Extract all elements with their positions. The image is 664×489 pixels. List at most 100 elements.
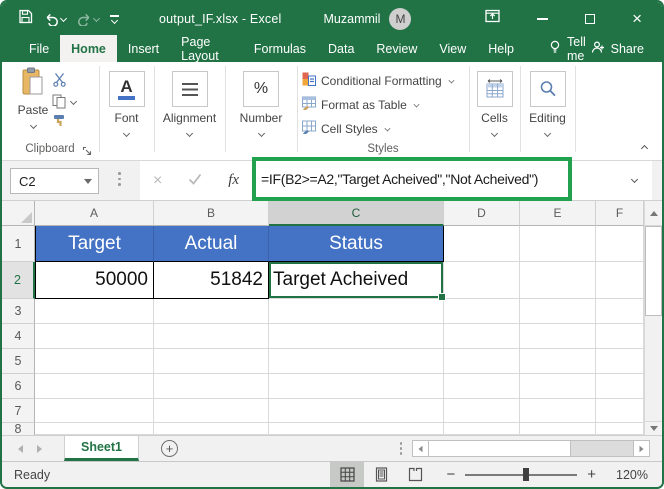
cut-button[interactable]: [52, 72, 76, 90]
paste-dropdown-icon[interactable]: [29, 122, 36, 129]
tab-insert[interactable]: Insert: [117, 35, 170, 62]
page-layout-view-button[interactable]: [364, 462, 398, 487]
cell-f2[interactable]: [596, 262, 644, 299]
tab-view[interactable]: View: [428, 35, 477, 62]
cell[interactable]: [154, 299, 269, 324]
normal-view-button[interactable]: [330, 462, 364, 487]
tell-me-button[interactable]: Tell me: [549, 35, 591, 62]
cell[interactable]: [520, 423, 596, 435]
cell[interactable]: [444, 399, 520, 423]
cell[interactable]: [154, 374, 269, 399]
cell[interactable]: [35, 399, 154, 423]
cell[interactable]: [444, 423, 520, 435]
editing-group-button[interactable]: Editing: [520, 71, 575, 139]
cell-b2[interactable]: 51842: [154, 262, 269, 299]
zoom-slider[interactable]: [465, 467, 577, 482]
clipboard-dialog-launcher-icon[interactable]: [82, 145, 92, 159]
insert-function-button[interactable]: fx: [228, 172, 239, 189]
cell-c2-selected[interactable]: Target Acheived: [269, 262, 444, 299]
next-sheet-icon[interactable]: [37, 445, 42, 453]
row-header-5[interactable]: 5: [2, 349, 35, 374]
cell[interactable]: [269, 324, 444, 349]
cell[interactable]: [35, 423, 154, 435]
cell[interactable]: [596, 349, 644, 374]
conditional-formatting-button[interactable]: Conditional Formatting: [302, 72, 454, 89]
cell[interactable]: [444, 324, 520, 349]
cell[interactable]: [269, 299, 444, 324]
horizontal-scrollbar[interactable]: [412, 440, 650, 457]
cell[interactable]: [269, 423, 444, 435]
maximize-button[interactable]: [585, 14, 595, 24]
cell[interactable]: [154, 399, 269, 423]
tab-review[interactable]: Review: [365, 35, 428, 62]
scroll-up-button[interactable]: [645, 201, 662, 226]
row-header-1[interactable]: 1: [2, 226, 35, 262]
tab-help[interactable]: Help: [477, 35, 525, 62]
avatar[interactable]: M: [389, 8, 411, 30]
column-header-c[interactable]: C: [269, 201, 444, 226]
font-group-button[interactable]: Font: [99, 71, 154, 139]
column-header-d[interactable]: D: [444, 201, 520, 226]
cell[interactable]: [596, 423, 644, 435]
cell-d1[interactable]: [444, 226, 520, 262]
paste-button[interactable]: Paste: [12, 67, 54, 131]
user-name[interactable]: Muzammil: [324, 12, 381, 26]
cell[interactable]: [35, 299, 154, 324]
zoom-in-button[interactable]: +: [587, 466, 596, 483]
undo-button[interactable]: [44, 12, 66, 26]
minimize-button[interactable]: [537, 18, 548, 20]
cell[interactable]: [596, 399, 644, 423]
select-all-corner[interactable]: [2, 201, 35, 226]
ribbon-display-options-icon[interactable]: [485, 9, 500, 28]
scroll-down-button[interactable]: [645, 421, 662, 435]
cell[interactable]: [154, 349, 269, 374]
redo-button[interactable]: [77, 12, 99, 26]
collapse-ribbon-icon[interactable]: [641, 145, 648, 152]
zoom-out-button[interactable]: −: [446, 466, 455, 483]
cell-d2[interactable]: [444, 262, 520, 299]
cell[interactable]: [154, 324, 269, 349]
zoom-slider-thumb[interactable]: [523, 468, 529, 481]
name-box-dropdown-icon[interactable]: [84, 179, 92, 184]
cell[interactable]: [35, 349, 154, 374]
cell[interactable]: [269, 399, 444, 423]
horizontal-scrollbar-thumb[interactable]: [429, 441, 571, 456]
cancel-icon[interactable]: [153, 172, 162, 190]
scroll-right-button[interactable]: [633, 441, 649, 456]
column-header-f[interactable]: F: [596, 201, 644, 226]
tab-data[interactable]: Data: [317, 35, 365, 62]
cell[interactable]: [269, 374, 444, 399]
cell[interactable]: [444, 374, 520, 399]
cell-e1[interactable]: [520, 226, 596, 262]
cells-group-button[interactable]: Cells: [469, 71, 520, 139]
cell-f1[interactable]: [596, 226, 644, 262]
cell[interactable]: [520, 349, 596, 374]
sheet-tab-sheet1[interactable]: Sheet1: [64, 436, 139, 461]
format-painter-button[interactable]: [52, 113, 76, 131]
new-sheet-button[interactable]: [161, 440, 178, 457]
cell[interactable]: [520, 324, 596, 349]
row-header-8[interactable]: 8: [2, 423, 35, 435]
customize-quick-access-button[interactable]: [110, 15, 119, 23]
alignment-group-button[interactable]: Alignment: [154, 71, 225, 139]
column-header-e[interactable]: E: [520, 201, 596, 226]
cell[interactable]: [520, 374, 596, 399]
row-header-2[interactable]: 2: [2, 262, 35, 299]
row-header-4[interactable]: 4: [2, 324, 35, 349]
vertical-scrollbar-thumb[interactable]: [645, 226, 662, 316]
format-as-table-button[interactable]: Format as Table: [302, 96, 419, 113]
formula-bar-separator-dots[interactable]: [118, 172, 121, 186]
row-header-6[interactable]: 6: [2, 374, 35, 399]
cell[interactable]: [520, 299, 596, 324]
cell-a2[interactable]: 50000: [35, 262, 154, 299]
save-icon[interactable]: [18, 9, 33, 29]
cell-styles-button[interactable]: Cell Styles: [302, 120, 390, 137]
cell[interactable]: [444, 299, 520, 324]
cell[interactable]: [520, 399, 596, 423]
cell[interactable]: [596, 324, 644, 349]
share-button[interactable]: Share: [591, 35, 644, 62]
tab-file[interactable]: File: [18, 35, 60, 62]
row-header-7[interactable]: 7: [2, 399, 35, 423]
tab-bar-resize-handle[interactable]: [400, 442, 403, 455]
cell-b1[interactable]: Actual: [154, 226, 269, 262]
